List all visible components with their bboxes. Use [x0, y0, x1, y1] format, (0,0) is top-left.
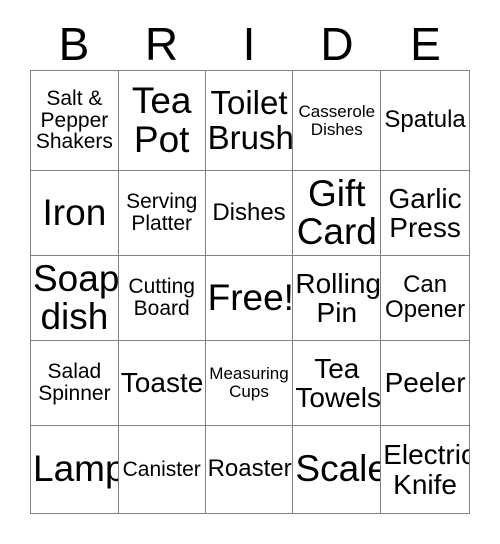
bingo-cell[interactable]: Lamp — [31, 426, 119, 514]
bingo-cell-label: Roaster — [207, 455, 292, 483]
bingo-cell-free[interactable]: Free! — [205, 256, 294, 341]
bingo-cell[interactable]: Spatula — [381, 71, 470, 171]
bingo-row: Iron Serving Platter Dishes Gift Card Ga… — [31, 171, 470, 256]
bingo-cell-label: Salt & Pepper Shakers — [35, 86, 113, 154]
bingo-cell[interactable]: Serving Platter — [118, 171, 206, 256]
bingo-row: Soap dish Cutting Board Free! Rolling Pi… — [31, 256, 470, 341]
bingo-row: Salt & Pepper Shakers Tea Pot Toilet Bru… — [31, 71, 470, 171]
bingo-cell-label: Casserole Dishes — [298, 101, 376, 139]
bingo-cell-label: Garlic Press — [388, 182, 462, 243]
bingo-header: B R I D E — [30, 18, 470, 70]
bingo-cell-label: Tea Pot — [131, 80, 192, 160]
header-letter-text: D — [320, 18, 354, 70]
header-letter-r: R — [118, 18, 205, 70]
header-letter-text: I — [242, 18, 256, 70]
bingo-cell-label: Rolling Pin — [295, 267, 381, 328]
bingo-cell[interactable]: Toaster — [118, 341, 206, 426]
bingo-grid: Salt & Pepper Shakers Tea Pot Toilet Bru… — [30, 70, 470, 514]
bingo-cell-label: Soap dish — [33, 257, 119, 337]
bingo-cell[interactable]: Gift Card — [293, 171, 382, 256]
bingo-cell[interactable]: Iron — [31, 171, 119, 256]
header-letter-d: D — [293, 18, 381, 70]
bingo-cell[interactable]: Toilet Brush — [205, 71, 294, 171]
bingo-cell[interactable]: Rolling Pin — [293, 256, 382, 341]
bingo-cell-label: Gift Card — [296, 172, 377, 252]
bingo-cell[interactable]: Cutting Board — [118, 256, 206, 341]
bingo-cell-label: Tea Towels — [295, 352, 381, 413]
bingo-cell-label: Can Opener — [385, 271, 466, 323]
bingo-cell-label: Canister — [122, 457, 201, 481]
header-letter-e: E — [381, 18, 470, 70]
bingo-cell-label: Iron — [42, 191, 107, 233]
bingo-card: B R I D E Salt & Pepper Shakers Tea Pot … — [30, 18, 470, 514]
bingo-cell[interactable]: Electric Knife — [381, 426, 470, 514]
bingo-cell[interactable]: Measuring Cups — [205, 341, 294, 426]
header-letter-text: B — [58, 18, 90, 70]
bingo-cell[interactable]: Tea Pot — [118, 71, 206, 171]
bingo-cell-label: Free! — [207, 276, 294, 318]
header-letter-text: E — [410, 18, 441, 70]
bingo-cell[interactable]: Soap dish — [31, 256, 119, 341]
bingo-cell[interactable]: Casserole Dishes — [293, 71, 382, 171]
header-letter-b: B — [30, 18, 118, 70]
bingo-row: Salad Spinner Toaster Measuring Cups Tea… — [31, 341, 470, 426]
bingo-cell-label: Dishes — [212, 198, 286, 226]
bingo-cell[interactable]: Can Opener — [381, 256, 470, 341]
bingo-cell-label: Toilet Brush — [207, 84, 294, 156]
header-letter-i: I — [205, 18, 293, 70]
bingo-cell-label: Measuring Cups — [209, 364, 289, 401]
bingo-cell-label: Peeler — [384, 367, 466, 399]
bingo-cell[interactable]: Canister — [118, 426, 206, 514]
bingo-row: Lamp Canister Roaster Scale Electric Kni… — [31, 426, 470, 514]
bingo-cell-label: Electric Knife — [383, 439, 470, 500]
bingo-cell[interactable]: Roaster — [205, 426, 294, 514]
bingo-cell-label: Lamp — [33, 448, 119, 490]
bingo-cell-label: Toaster — [120, 367, 206, 399]
bingo-cell[interactable]: Scale — [293, 426, 382, 514]
bingo-cell[interactable]: Peeler — [381, 341, 470, 426]
bingo-cell-label: Serving Platter — [126, 190, 198, 235]
bingo-cell[interactable]: Garlic Press — [381, 171, 470, 256]
bingo-cell[interactable]: Tea Towels — [293, 341, 382, 426]
bingo-cell[interactable]: Salad Spinner — [31, 341, 119, 426]
bingo-cell-label: Cutting Board — [128, 275, 195, 320]
bingo-cell[interactable]: Dishes — [205, 171, 294, 256]
bingo-cell[interactable]: Salt & Pepper Shakers — [31, 71, 119, 171]
bingo-cell-label: Salad Spinner — [38, 360, 111, 405]
bingo-cell-label: Spatula — [384, 106, 466, 134]
header-letter-text: R — [144, 18, 179, 70]
bingo-cell-label: Scale — [295, 448, 382, 490]
